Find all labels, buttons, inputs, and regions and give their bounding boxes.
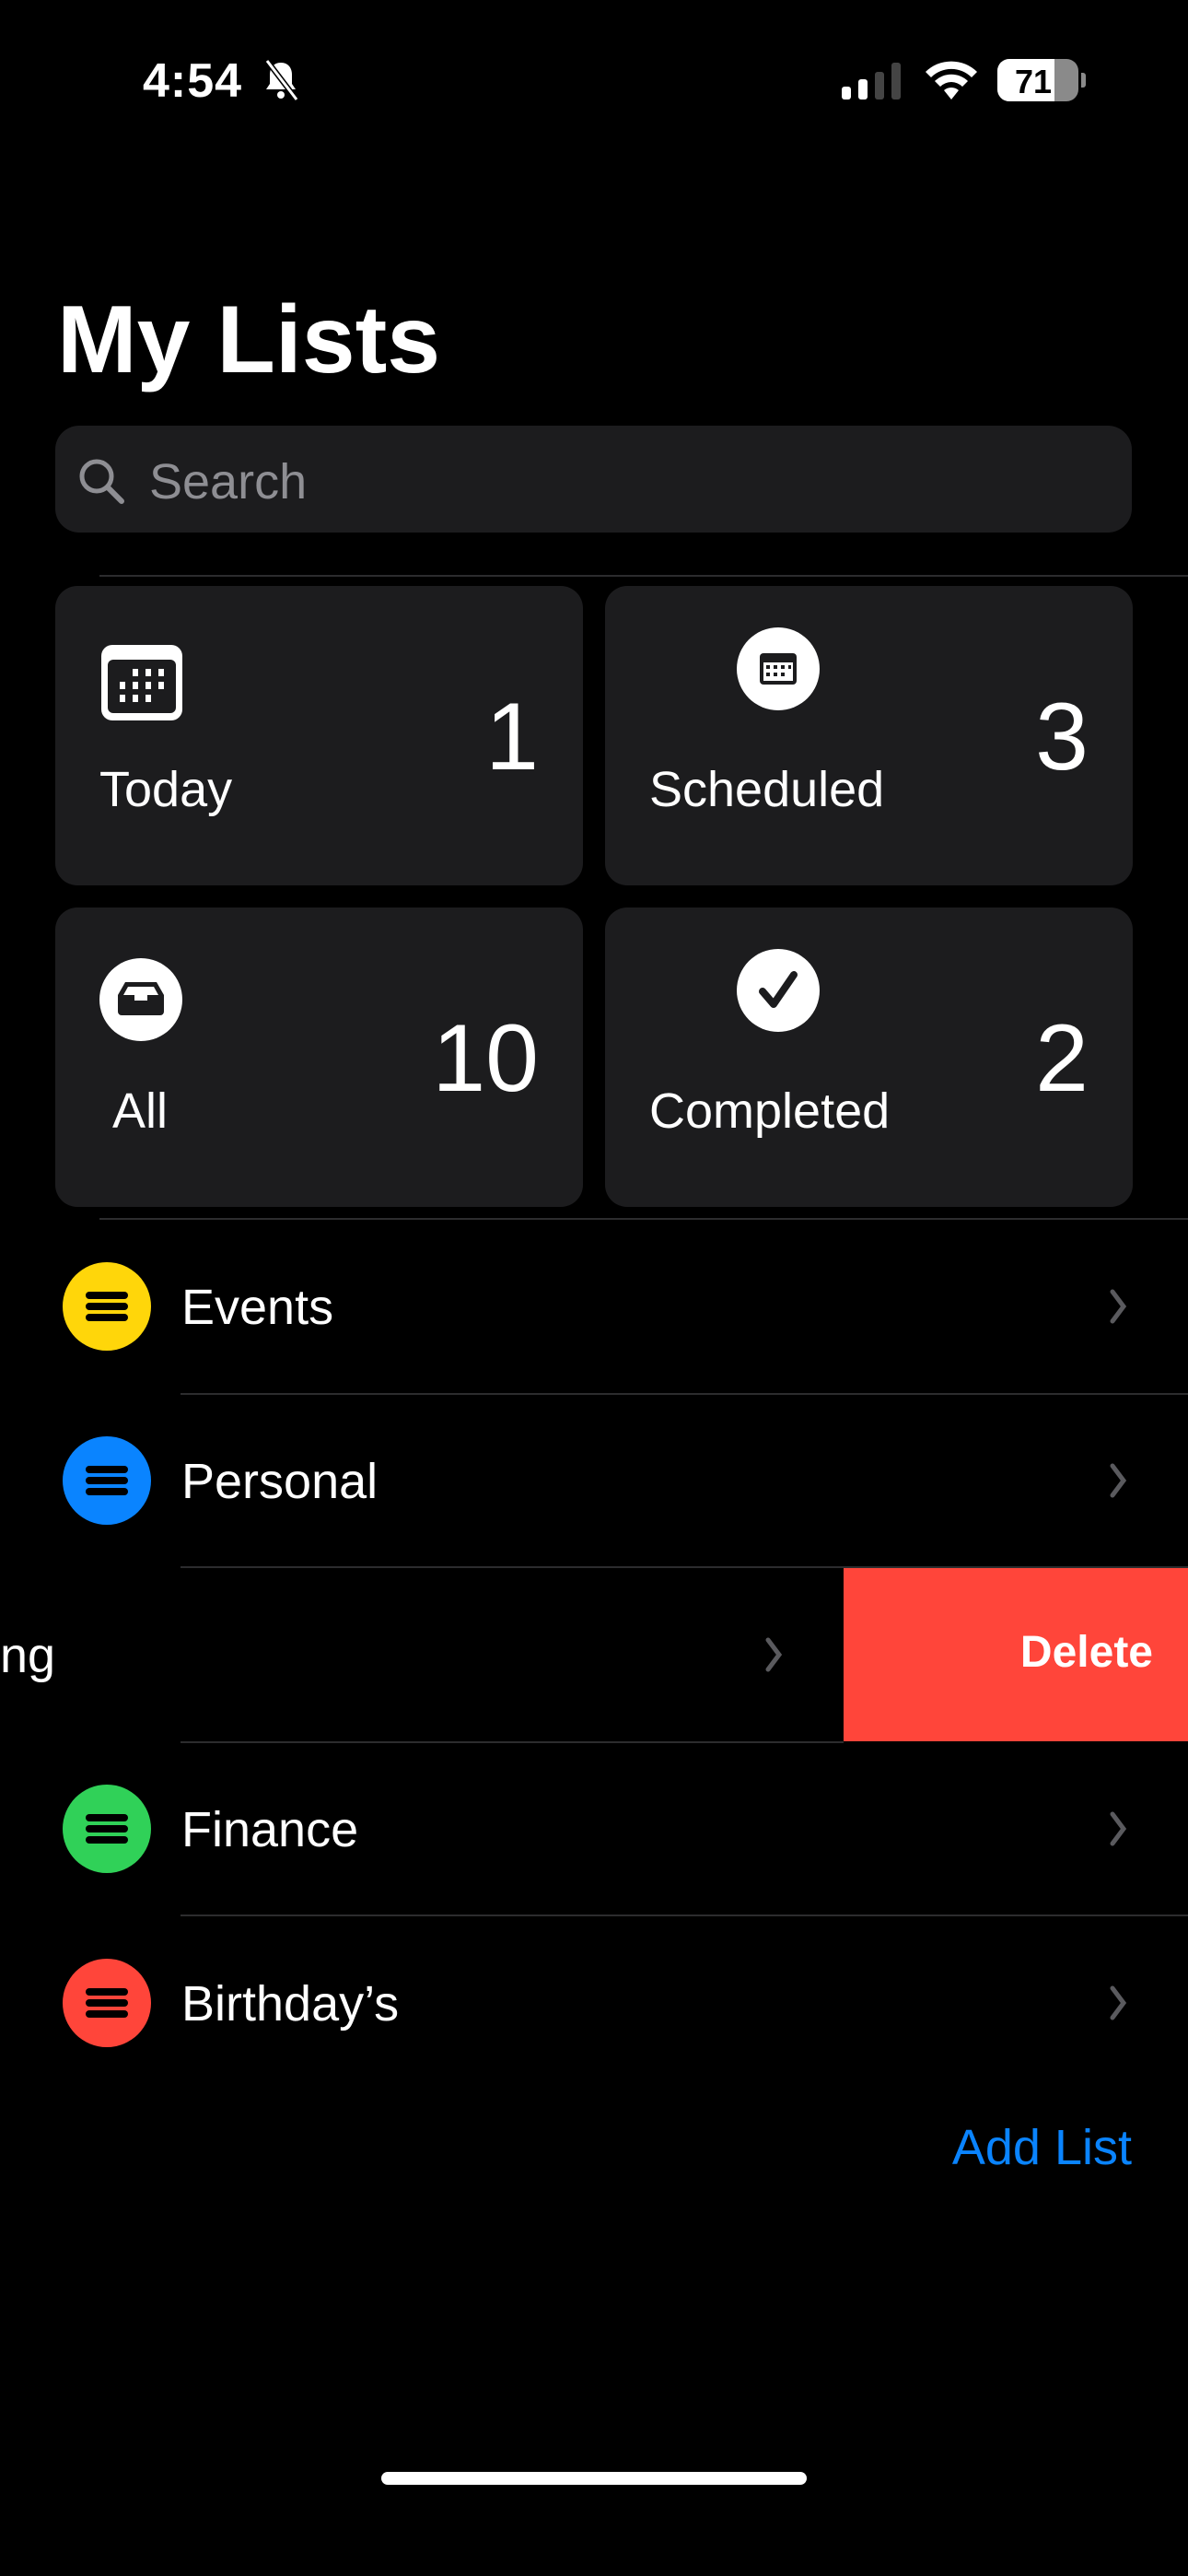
delete-button[interactable]: Delete bbox=[844, 1568, 1188, 1741]
home-indicator[interactable] bbox=[381, 2472, 807, 2485]
list-name: Finance bbox=[181, 1802, 359, 1857]
smart-list-label: Scheduled bbox=[649, 762, 885, 817]
wifi-icon bbox=[926, 61, 977, 100]
status-time: 4:54 bbox=[143, 54, 243, 108]
smart-list-count: 2 bbox=[1035, 1005, 1089, 1112]
checkmark-circle-icon bbox=[737, 949, 820, 1032]
smart-list-scheduled[interactable]: Scheduled 3 bbox=[605, 586, 1133, 885]
smart-list-today[interactable]: Today 1 bbox=[55, 586, 583, 885]
calendar-circle-icon bbox=[737, 627, 820, 710]
list-name: Events bbox=[181, 1280, 334, 1335]
list-icon bbox=[63, 1262, 151, 1351]
smart-list-count: 1 bbox=[485, 684, 539, 790]
list-item-events[interactable]: Events bbox=[0, 1220, 1188, 1393]
chevron-right-icon bbox=[1110, 1811, 1127, 1846]
smart-list-completed[interactable]: Completed 2 bbox=[605, 907, 1133, 1207]
search-input[interactable]: Search bbox=[55, 426, 1132, 533]
search-placeholder: Search bbox=[149, 454, 308, 509]
add-list-button[interactable]: Add List bbox=[952, 2119, 1132, 2176]
delete-label: Delete bbox=[1019, 1628, 1153, 1677]
chevron-right-icon bbox=[765, 1637, 783, 1672]
chevron-right-icon bbox=[1110, 1985, 1127, 2020]
smart-list-label: Today bbox=[99, 762, 233, 817]
list-name: ng bbox=[0, 1628, 56, 1683]
battery-cap bbox=[1081, 73, 1086, 88]
list-item-birthdays[interactable]: Birthday’s bbox=[0, 1916, 1188, 2090]
bell-slash-icon bbox=[264, 59, 299, 101]
tray-icon bbox=[99, 958, 182, 1041]
battery-icon: 71 bbox=[997, 59, 1078, 101]
search-icon bbox=[79, 459, 124, 504]
list-name: Birthday’s bbox=[181, 1976, 400, 2032]
smart-list-all[interactable]: All 10 bbox=[55, 907, 583, 1207]
list-item-personal[interactable]: Personal bbox=[0, 1394, 1188, 1567]
list-icon bbox=[63, 1436, 151, 1525]
smart-list-label: All bbox=[112, 1083, 169, 1139]
smart-list-label: Completed bbox=[649, 1083, 891, 1139]
smart-list-count: 3 bbox=[1035, 684, 1089, 790]
calendar-icon bbox=[101, 645, 182, 720]
battery-level: 71 bbox=[1014, 63, 1053, 100]
chevron-right-icon bbox=[1110, 1289, 1127, 1324]
smart-list-count: 10 bbox=[432, 1005, 539, 1112]
list-item-finance[interactable]: Finance bbox=[0, 1742, 1188, 1915]
list-icon bbox=[63, 1785, 151, 1873]
list-name: Personal bbox=[181, 1454, 379, 1509]
page-title: My Lists bbox=[57, 287, 441, 393]
list-icon bbox=[63, 1959, 151, 2047]
chevron-right-icon bbox=[1110, 1463, 1127, 1498]
divider bbox=[99, 575, 1188, 577]
cellular-signal-icon bbox=[842, 63, 901, 100]
